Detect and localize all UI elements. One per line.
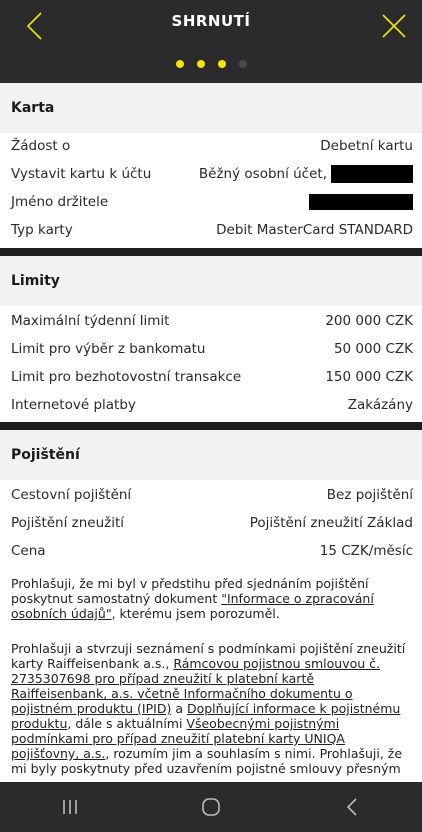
row-value: 50 000 CZK — [333, 341, 413, 357]
row-value: Běžný osobní účet, — [198, 166, 327, 182]
recent-apps-button[interactable] — [40, 787, 100, 827]
row-value: Debit MasterCard STANDARD — [216, 222, 413, 238]
row-label: Internetové platby — [11, 397, 136, 413]
row-value: 15 CZK/měsíc — [319, 543, 413, 559]
row-bankomat: Limit pro výběr z bankomatu 50 000 CZK — [11, 336, 413, 362]
row-ucet: Vystavit kartu k účtu Běžný osobní účet, — [11, 161, 413, 187]
paragraph-text: a — [171, 701, 187, 716]
step-dot — [175, 60, 184, 68]
recent-apps-icon — [63, 800, 78, 814]
app-header: SHRNUTÍ — [0, 0, 422, 88]
paragraph-text: , kterému jsem porozuměl. — [111, 606, 280, 621]
row-value: 200 000 CZK — [325, 313, 413, 329]
row-value: 150 000 CZK — [325, 369, 413, 385]
row-label: Maximální týdenní limit — [11, 313, 170, 329]
row-label: Typ karty — [11, 222, 73, 238]
section-limity-title: Limity — [0, 256, 422, 306]
section-divider — [0, 248, 422, 256]
row-value-wrap: Běžný osobní účet, — [199, 165, 413, 183]
row-zadost: Žádost o Debetní kartu — [11, 133, 413, 159]
row-tydenni: Maximální týdenní limit 200 000 CZK — [11, 308, 413, 334]
home-icon — [202, 798, 220, 816]
home-button[interactable] — [181, 787, 241, 827]
row-cena: Cena 15 CZK/měsíc — [11, 538, 413, 564]
row-zneuziti: Pojištění zneužití Pojištění zneužití Zá… — [11, 510, 413, 536]
row-value: Pojištění zneužití Základ — [249, 515, 413, 531]
step-dot — [217, 60, 226, 68]
close-button[interactable] — [374, 8, 414, 44]
consent-paragraph-2: Prohlašuji a stvrzuji seznámení s podmín… — [11, 641, 413, 776]
row-label: Limit pro bezhotovostní transakce — [11, 369, 242, 385]
system-nav-bar — [0, 782, 422, 832]
row-label: Jméno držitele — [11, 194, 109, 210]
section-karta-title: Karta — [0, 83, 422, 133]
redaction-block — [309, 194, 413, 210]
system-back-button[interactable] — [322, 787, 382, 827]
row-value: Zakázány — [347, 397, 413, 413]
section-divider — [0, 422, 422, 430]
back-arrow-icon — [346, 798, 357, 816]
row-label: Cestovní pojištění — [11, 487, 132, 503]
section-pojisteni-title: Pojištění — [0, 430, 422, 480]
page-title: SHRNUTÍ — [171, 12, 251, 30]
step-dot — [238, 60, 247, 68]
row-typ: Typ karty Debit MasterCard STANDARD — [11, 217, 413, 243]
row-label: Cena — [11, 543, 46, 559]
row-internet: Internetové platby Zakázány — [11, 392, 413, 418]
row-value: Debetní kartu — [320, 138, 413, 154]
row-label: Pojištění zneužití — [11, 515, 125, 531]
row-label: Vystavit kartu k účtu — [11, 166, 152, 182]
row-value: Bez pojištění — [326, 487, 413, 503]
row-drzitel: Jméno držitele — [11, 189, 413, 215]
row-bezhotovostni: Limit pro bezhotovostní transakce 150 00… — [11, 364, 413, 390]
row-cestovni: Cestovní pojištění Bez pojištění — [11, 482, 413, 508]
paragraph-text: , dále s aktuálními — [67, 716, 187, 731]
close-icon — [382, 14, 406, 38]
step-dot — [196, 60, 205, 68]
row-value-wrap — [305, 194, 413, 210]
consent-paragraph-1: Prohlašuji, že mi byl v předstihu před s… — [11, 576, 413, 621]
step-indicator — [0, 60, 422, 68]
row-label: Žádost o — [11, 138, 71, 154]
redaction-block — [331, 165, 413, 183]
row-label: Limit pro výběr z bankomatu — [11, 341, 206, 357]
